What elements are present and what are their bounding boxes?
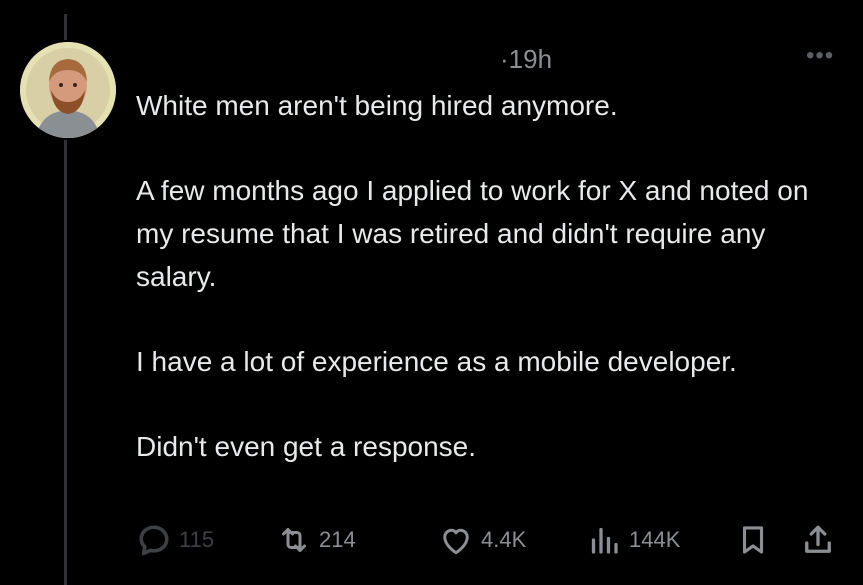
reply-button[interactable]: 115: [136, 520, 214, 560]
views-icon: [591, 527, 618, 554]
reply-count: 115: [179, 527, 215, 552]
tweet-paragraph: A few months ago I applied to work for X…: [136, 175, 809, 292]
share-button[interactable]: [800, 520, 843, 560]
bookmark-button[interactable]: [736, 520, 777, 560]
like-button[interactable]: 4.4K: [438, 520, 526, 560]
repost-count: 214: [319, 527, 356, 552]
tweet-timestamp[interactable]: ·19h: [500, 44, 552, 75]
thread-line-top: [64, 14, 67, 40]
reply-icon: [139, 525, 169, 556]
more-options-icon[interactable]: •••: [806, 42, 834, 70]
repost-button[interactable]: 214: [276, 520, 356, 560]
tweet-paragraph: I have a lot of experience as a mobile d…: [136, 346, 737, 377]
views-button[interactable]: 144K: [586, 520, 680, 560]
avatar[interactable]: [20, 42, 116, 138]
tweet-text: White men aren't being hired anymore. A …: [136, 84, 836, 468]
share-icon: [805, 525, 831, 553]
bookmark-icon: [742, 526, 764, 554]
tweet-actions-bar: 115 214 4.4K 144K: [0, 520, 863, 560]
tweet-paragraph: Didn't even get a response.: [136, 431, 477, 462]
views-count: 144K: [629, 527, 681, 552]
repost-icon: [282, 528, 306, 552]
heart-icon: [443, 528, 469, 555]
thread-line-bottom: [64, 140, 67, 585]
tweet-paragraph: White men aren't being hired anymore.: [136, 90, 618, 121]
avatar-image: [20, 42, 116, 138]
like-count: 4.4K: [481, 527, 527, 552]
